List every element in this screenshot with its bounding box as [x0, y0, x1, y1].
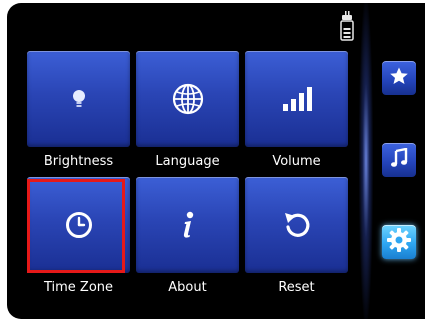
brightness-tile[interactable]: [27, 51, 130, 147]
globe-icon: [136, 81, 239, 117]
music-note-icon: [390, 147, 408, 172]
tile-label-about: About: [168, 280, 207, 295]
star-icon: [389, 66, 409, 90]
glow-divider: [359, 3, 373, 319]
bulb-icon: [27, 81, 130, 117]
info-icon: [136, 207, 239, 243]
reset-tile[interactable]: [245, 177, 348, 273]
about-tile[interactable]: [136, 177, 239, 273]
favorites-button[interactable]: [382, 61, 416, 95]
battery-plug-icon: [340, 11, 354, 41]
device-frame: Brightness Language Volume Time Zone Abo…: [0, 0, 427, 322]
gear-icon: [386, 227, 412, 257]
settings-button[interactable]: [382, 225, 416, 259]
tile-label-volume: Volume: [272, 154, 321, 169]
settings-screen: Brightness Language Volume Time Zone Abo…: [7, 3, 425, 319]
tile-label-language: Language: [155, 154, 220, 169]
reset-arrow-icon: [245, 207, 348, 243]
music-button[interactable]: [382, 143, 416, 177]
tile-label-time-zone: Time Zone: [43, 280, 114, 295]
volume-bars-icon: [245, 81, 348, 117]
volume-tile[interactable]: [245, 51, 348, 147]
language-tile[interactable]: [136, 51, 239, 147]
selection-highlight: [27, 179, 125, 273]
tile-label-brightness: Brightness: [43, 154, 114, 169]
tile-label-reset: Reset: [278, 280, 315, 295]
